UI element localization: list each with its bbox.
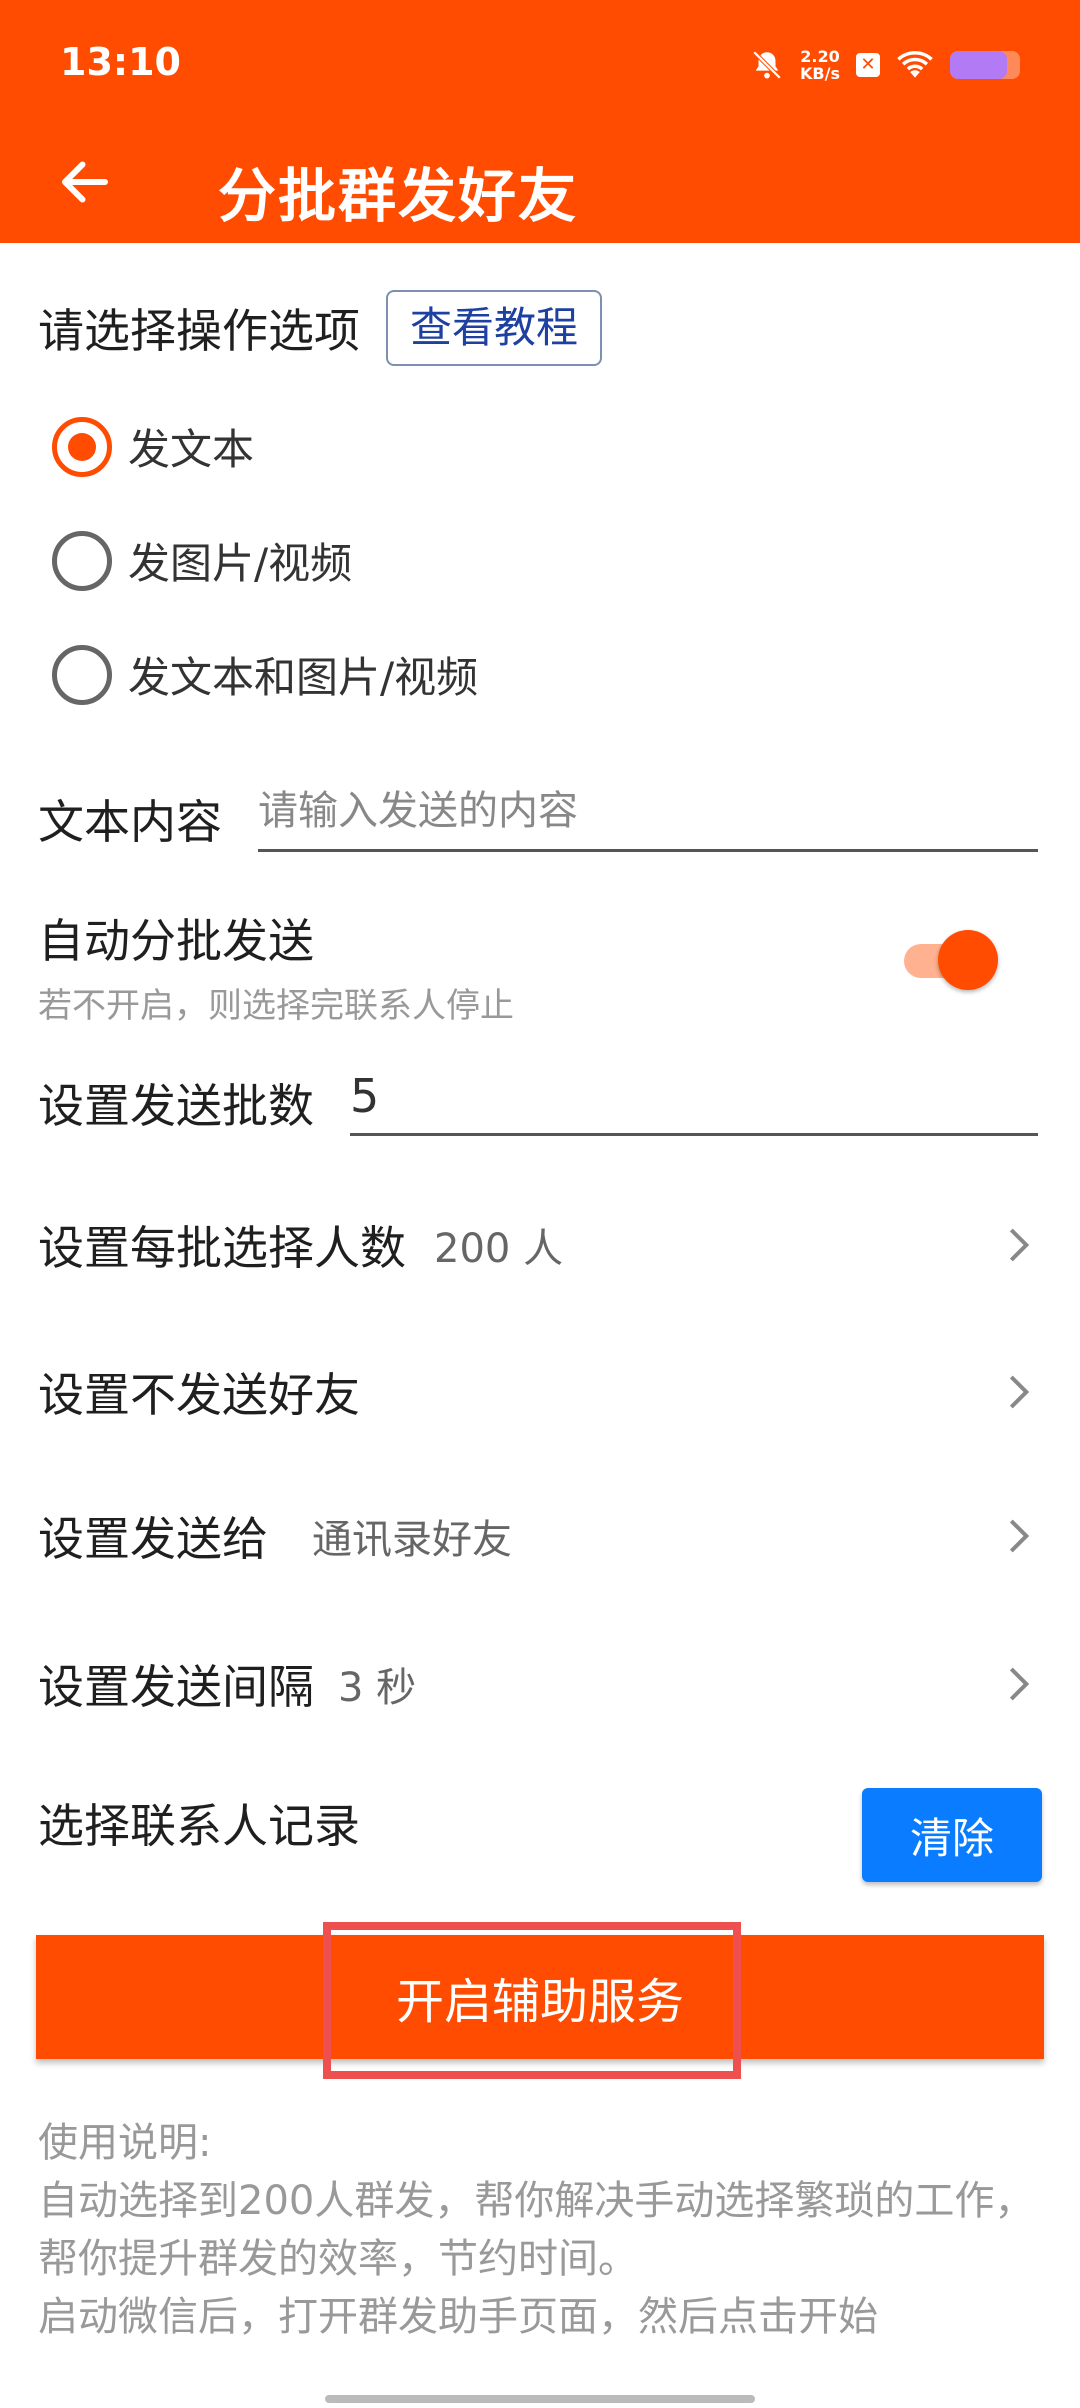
chevron-right-icon: [1009, 1519, 1030, 1553]
radio-circle[interactable]: [52, 416, 112, 477]
instructions: 使用说明: 自动选择到200人群发，帮你解决手动选择繁琐的工作，帮你提升群发的效…: [38, 2114, 1048, 2346]
nav-row-interval[interactable]: 设置发送间隔 3 秒: [0, 1624, 1080, 1744]
instructions-line: 启动微信后，打开群发助手页面，然后点击开始: [38, 2294, 878, 2340]
net-speed-value: 2.20: [800, 47, 840, 66]
options-label: 请选择操作选项: [38, 304, 360, 358]
instructions-line: 自动选择到200人群发，帮你解决手动选择繁琐的工作，帮你提升群发的效率，节约时间…: [38, 2178, 1035, 2282]
nav-row-value: 200 人: [434, 1226, 564, 1272]
radio-label: 发文本和图片/视频: [128, 653, 479, 702]
chevron-right-icon: [1009, 1375, 1030, 1409]
clear-button[interactable]: 清除: [862, 1788, 1042, 1882]
nav-row-value: 通讯录好友: [312, 1517, 512, 1563]
chevron-right-icon: [1009, 1228, 1030, 1262]
page-title: 分批群发好友: [218, 162, 579, 230]
nav-row-label: 设置每批选择人数: [38, 1221, 406, 1275]
batch-count-input[interactable]: [350, 1064, 1038, 1136]
instructions-title: 使用说明:: [38, 2120, 212, 2166]
wifi-icon: [897, 51, 933, 78]
arrow-left-icon[interactable]: [55, 152, 115, 212]
sim-icon: ✕: [856, 53, 880, 77]
auto-batch-title: 自动分批发送: [38, 914, 314, 968]
nav-row-label: 设置发送间隔: [38, 1660, 314, 1714]
contacts-label: 选择联系人记录: [38, 1799, 360, 1853]
nav-row-exclude-friends[interactable]: 设置不发送好友: [0, 1332, 1080, 1452]
chevron-right-icon: [1009, 1667, 1030, 1701]
home-indicator: [325, 2395, 755, 2403]
auto-batch-toggle[interactable]: [898, 928, 998, 990]
status-bar: 13:10 2.20 KB/s ✕: [0, 0, 1080, 125]
text-content-row: 文本内容: [38, 780, 1038, 852]
auto-batch-subtitle: 若不开启，则选择完联系人停止: [38, 986, 514, 1026]
text-content-label: 文本内容: [38, 795, 222, 849]
app-bar: 分批群发好友: [0, 125, 1080, 243]
radio-send-text[interactable]: 发文本: [52, 416, 254, 477]
radio-send-text-and-media[interactable]: 发文本和图片/视频: [52, 644, 478, 705]
mute-icon: [752, 50, 782, 80]
nav-row-per-batch[interactable]: 设置每批选择人数 200 人: [0, 1185, 1080, 1305]
radio-label: 发图片/视频: [128, 539, 353, 588]
toggle-thumb[interactable]: [938, 930, 998, 990]
net-speed: 2.20 KB/s: [800, 48, 840, 82]
radio-send-media[interactable]: 发图片/视频: [52, 530, 352, 591]
nav-row-label: 设置发送给: [38, 1512, 268, 1566]
nav-row-label: 设置不发送好友: [38, 1368, 360, 1422]
battery-icon: [950, 51, 1020, 79]
nav-row-send-to[interactable]: 设置发送给 通讯录好友: [0, 1476, 1080, 1596]
status-icons: 2.20 KB/s ✕: [750, 40, 1020, 90]
net-speed-unit: KB/s: [800, 64, 840, 83]
tutorial-button[interactable]: 查看教程: [386, 290, 603, 366]
options-row: 请选择操作选项 查看教程: [38, 290, 603, 366]
radio-circle[interactable]: [52, 644, 112, 705]
contacts-row: 选择联系人记录: [38, 1790, 360, 1856]
status-time: 13:10: [60, 40, 181, 84]
batch-count-row: 设置发送批数: [38, 1064, 1038, 1136]
text-content-input[interactable]: [258, 780, 1038, 852]
batch-count-label: 设置发送批数: [38, 1079, 314, 1133]
nav-row-value: 3 秒: [338, 1665, 417, 1711]
enable-accessibility-button[interactable]: 开启辅助服务: [36, 1935, 1044, 2059]
radio-circle[interactable]: [52, 530, 112, 591]
radio-label: 发文本: [128, 425, 255, 474]
battery-level: [950, 51, 1008, 79]
